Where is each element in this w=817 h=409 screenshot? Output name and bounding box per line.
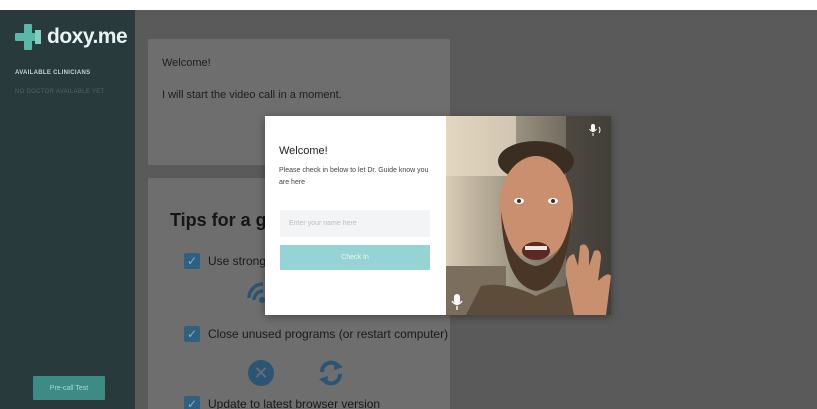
checkin-form: Welcome! Please check in below to let Dr… xyxy=(265,116,446,315)
modal-title: Welcome! xyxy=(279,145,328,157)
modal-instructions: Please check in below to let Dr. Guide k… xyxy=(279,167,429,186)
video-preview xyxy=(446,116,611,315)
check-in-button[interactable]: Check In xyxy=(280,245,430,270)
welcome-message: I will start the video call in a moment. xyxy=(162,89,342,101)
welcome-heading: Welcome! xyxy=(162,57,211,69)
logo-text: doxy.me xyxy=(47,25,128,48)
sync-icon xyxy=(319,360,343,386)
tip-item: ✓ Use strong xyxy=(184,253,266,269)
logo: doxy.me xyxy=(15,24,128,50)
tip-item: ✓ Close unused programs (or restart comp… xyxy=(184,326,448,342)
sidebar: doxy.me AVAILABLE CLINICIANS NO DOCTOR A… xyxy=(0,10,135,409)
close-circle-icon: ✕ xyxy=(248,360,274,386)
doxy-logo-icon xyxy=(15,24,41,50)
name-input[interactable] xyxy=(280,210,430,237)
camera-feed xyxy=(446,116,611,315)
microphone-icon xyxy=(589,124,601,136)
tip-label: Use strong xyxy=(208,254,267,268)
tip-item: ✓ Update to latest browser version xyxy=(184,396,380,409)
precall-test-button[interactable]: Pre-call Test xyxy=(33,376,105,400)
tips-title: Tips for a g xyxy=(170,210,267,230)
checkin-modal: Welcome! Please check in below to let Dr… xyxy=(265,116,611,315)
tip-label: Close unused programs (or restart comput… xyxy=(208,327,449,341)
microphone-icon[interactable] xyxy=(451,294,463,310)
checkbox-icon: ✓ xyxy=(184,396,200,409)
app-window: doxy.me AVAILABLE CLINICIANS NO DOCTOR A… xyxy=(0,10,817,409)
checkbox-icon: ✓ xyxy=(184,253,200,269)
no-doctor-status: NO DOCTOR AVAILABLE YET xyxy=(15,89,105,95)
available-clinicians-heading: AVAILABLE CLINICIANS xyxy=(15,70,91,76)
checkbox-icon: ✓ xyxy=(184,326,200,342)
tip-label: Update to latest browser version xyxy=(208,397,381,409)
